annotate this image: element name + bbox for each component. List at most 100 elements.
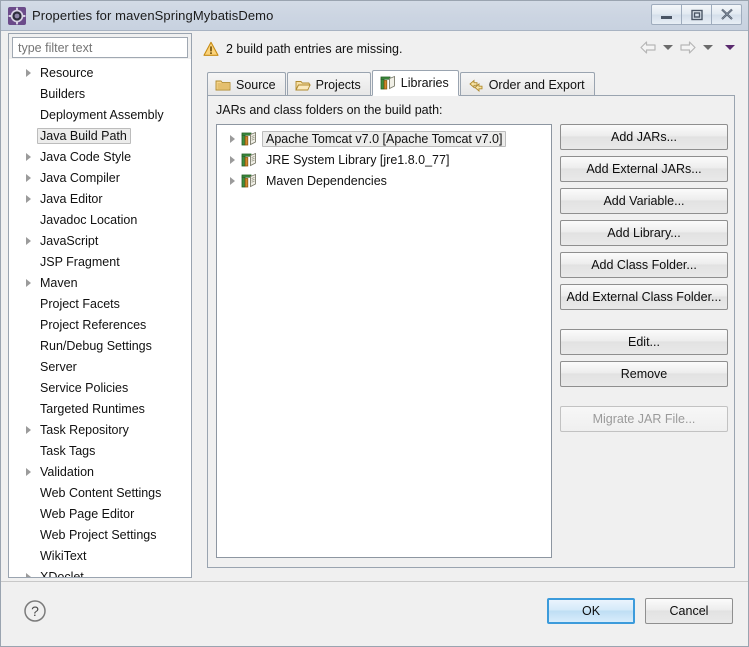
page-menu-chevron-down-icon[interactable] [725, 45, 735, 50]
sidebar-item-resource[interactable]: Resource [9, 62, 191, 83]
expand-arrow-icon[interactable] [227, 154, 239, 166]
preferences-sidebar: Resource Builders Deployment Assembly Java … [8, 33, 192, 578]
build-path-list[interactable]: Apache Tomcat v7.0 [Apache Tomcat v7.0] J… [216, 124, 552, 558]
sidebar-item-web-content-settings[interactable]: Web Content Settings [9, 482, 191, 503]
expand-arrow-icon[interactable] [227, 175, 239, 187]
sidebar-item-label: XDoclet [40, 569, 84, 578]
add-jars-button[interactable]: Add JARs... [560, 124, 728, 150]
expand-arrow-icon[interactable] [23, 193, 35, 205]
sidebar-item-label: Web Project Settings [40, 527, 157, 542]
sidebar-item-validation[interactable]: Validation [9, 461, 191, 482]
expand-arrow-icon[interactable] [23, 571, 35, 577]
ok-button[interactable]: OK [547, 598, 635, 624]
sidebar-item-project-references[interactable]: Project References [9, 314, 191, 335]
window-controls [651, 4, 742, 25]
add-library-button[interactable]: Add Library... [560, 220, 728, 246]
projects-folder-icon [294, 80, 311, 90]
add-external-class-folder-button[interactable]: Add External Class Folder... [560, 284, 728, 310]
svg-text:?: ? [31, 603, 39, 619]
minimize-button[interactable] [651, 4, 682, 25]
title-bar: Properties for mavenSpringMybatisDemo [1, 1, 748, 31]
sidebar-item-javadoc-location[interactable]: Javadoc Location [9, 209, 191, 230]
sidebar-item-wikitext[interactable]: WikiText [9, 545, 191, 566]
sidebar-item-task-tags[interactable]: Task Tags [9, 440, 191, 461]
sidebar-item-xdoclet[interactable]: XDoclet [9, 566, 191, 577]
sidebar-item-service-policies[interactable]: Service Policies [9, 377, 191, 398]
remove-button[interactable]: Remove [560, 361, 728, 387]
sidebar-item-java-code-style[interactable]: Java Code Style [9, 146, 191, 167]
sidebar-item-targeted-runtimes[interactable]: Targeted Runtimes [9, 398, 191, 419]
list-item[interactable]: Maven Dependencies [217, 170, 551, 191]
expand-arrow-icon[interactable] [23, 466, 35, 478]
sidebar-item-web-page-editor[interactable]: Web Page Editor [9, 503, 191, 524]
add-class-folder-button[interactable]: Add Class Folder... [560, 252, 728, 278]
help-question-icon[interactable]: ? [23, 599, 47, 623]
sidebar-item-java-build-path[interactable]: Java Build Path [9, 125, 191, 146]
expand-arrow-icon[interactable] [23, 67, 35, 79]
expand-arrow-icon[interactable] [23, 424, 35, 436]
sidebar-item-deployment-assembly[interactable]: Deployment Assembly [9, 104, 191, 125]
tab-label: Order and Export [488, 77, 585, 92]
forward-arrow-icon [680, 41, 696, 54]
sidebar-item-label: Web Content Settings [40, 485, 162, 500]
expand-arrow-icon[interactable] [23, 172, 35, 184]
add-external-jars-button[interactable]: Add External JARs... [560, 156, 728, 182]
add-variable-button[interactable]: Add Variable... [560, 188, 728, 214]
maximize-button[interactable] [681, 4, 712, 25]
sidebar-item-web-project-settings[interactable]: Web Project Settings [9, 524, 191, 545]
sidebar-item-label: Service Policies [40, 380, 129, 395]
dialog-footer: ? OK Cancel [1, 581, 748, 646]
tab-label: Source [236, 77, 276, 92]
tab-source[interactable]: Source [207, 72, 286, 96]
list-item[interactable]: Apache Tomcat v7.0 [Apache Tomcat v7.0] [217, 128, 551, 149]
sidebar-item-java-editor[interactable]: Java Editor [9, 188, 191, 209]
forward-button[interactable] [679, 40, 697, 55]
source-folder-icon [215, 80, 231, 90]
cancel-button[interactable]: Cancel [645, 598, 733, 624]
sidebar-item-builders[interactable]: Builders [9, 83, 191, 104]
sidebar-item-task-repository[interactable]: Task Repository [9, 419, 191, 440]
search-input[interactable] [12, 37, 188, 58]
sidebar-item-java-compiler[interactable]: Java Compiler [9, 167, 191, 188]
sidebar-item-label: Targeted Runtimes [40, 401, 145, 416]
sidebar-item-maven[interactable]: Maven [9, 272, 191, 293]
expand-arrow-icon[interactable] [23, 235, 35, 247]
list-label: JARs and class folders on the build path… [216, 103, 443, 117]
sidebar-item-label: Java Build Path [37, 127, 131, 144]
preference-tree[interactable]: Resource Builders Deployment Assembly Java … [9, 60, 191, 577]
expand-arrow-icon[interactable] [227, 133, 239, 145]
sidebar-item-jsp-fragment[interactable]: JSP Fragment [9, 251, 191, 272]
sidebar-item-project-facets[interactable]: Project Facets [9, 293, 191, 314]
tab-order-and-export[interactable]: Order and Export [459, 72, 595, 96]
sidebar-item-label: WikiText [40, 548, 87, 563]
sidebar-item-label: Project Facets [40, 296, 120, 311]
close-button[interactable] [711, 4, 742, 25]
sidebar-item-server[interactable]: Server [9, 356, 191, 377]
edit-button[interactable]: Edit... [560, 329, 728, 355]
back-history-chevron-down-icon[interactable] [663, 45, 673, 50]
tab-projects[interactable]: Projects [286, 72, 371, 96]
tab-strip: Source Projects Libraries Order and Export [207, 70, 735, 96]
back-arrow-icon [640, 41, 656, 54]
list-item[interactable]: JRE System Library [jre1.8.0_77] [217, 149, 551, 170]
sidebar-item-javascript[interactable]: JavaScript [9, 230, 191, 251]
library-books-icon [241, 152, 256, 166]
forward-history-chevron-down-icon[interactable] [703, 45, 713, 50]
sidebar-item-label: Project References [40, 317, 147, 332]
expand-arrow-icon[interactable] [23, 277, 35, 289]
sidebar-item-run-debug-settings[interactable]: Run/Debug Settings [9, 335, 191, 356]
tab-libraries[interactable]: Libraries [371, 70, 459, 96]
expand-arrow-icon[interactable] [23, 151, 35, 163]
back-button[interactable] [639, 40, 657, 55]
window-title: Properties for mavenSpringMybatisDemo [32, 8, 274, 23]
